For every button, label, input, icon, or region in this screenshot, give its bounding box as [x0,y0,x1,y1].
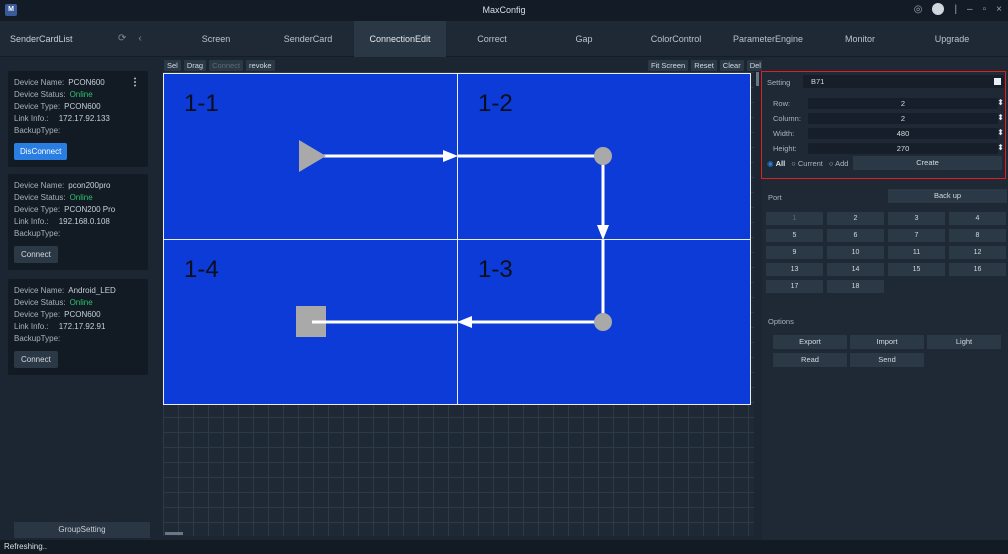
options-label: Options [768,317,794,326]
arrow-right-icon [443,150,458,162]
arrow-down-icon [597,225,609,240]
port-button-9[interactable]: 9 [766,246,823,259]
create-button[interactable]: Create [853,156,1002,170]
port-button-2[interactable]: 2 [827,212,884,225]
read-button[interactable]: Read [773,353,847,367]
dropdown-icon[interactable] [994,78,1001,85]
height-input[interactable]: 270 [808,143,998,154]
spinner-icon[interactable]: ⬍ [997,113,1004,122]
port-button-8[interactable]: 8 [949,229,1006,242]
row-input[interactable]: 2 [808,98,998,109]
radio-all[interactable]: ◉ All [767,159,785,168]
vertical-scrollbar[interactable] [756,72,759,86]
radio-current[interactable]: ○ Current [791,159,823,168]
column-field: Column: 2 ⬍ [773,113,1004,124]
arrow-left-icon [457,316,472,328]
width-input[interactable]: 480 [808,128,998,139]
spinner-icon[interactable]: ⬍ [997,128,1004,137]
row-field: Row: 2 ⬍ [773,98,1004,109]
light-button[interactable]: Light [927,335,1001,349]
start-triangle-icon[interactable] [299,140,326,172]
port-button-10[interactable]: 10 [827,246,884,259]
port-button-14[interactable]: 14 [827,263,884,276]
port-button-16[interactable]: 16 [949,263,1006,276]
width-field: Width: 480 ⬍ [773,128,1004,139]
column-input[interactable]: 2 [808,113,998,124]
port-button-12[interactable]: 12 [949,246,1006,259]
port-button-13[interactable]: 13 [766,263,823,276]
status-bar: Refreshing.. [0,540,1008,554]
port-button-15[interactable]: 15 [888,263,945,276]
port-button-3[interactable]: 3 [888,212,945,225]
port-button-11[interactable]: 11 [888,246,945,259]
node-circle-icon[interactable] [594,313,612,331]
setting-value[interactable]: B71 [803,75,1004,88]
port-button-6[interactable]: 6 [827,229,884,242]
mode-radios: ◉ All ○ Current ○ Add [767,159,848,168]
port-button-17[interactable]: 17 [766,280,823,293]
setting-label: Setting [767,78,791,87]
node-circle-icon[interactable] [594,147,612,165]
export-button[interactable]: Export [773,335,847,349]
import-button[interactable]: Import [850,335,924,349]
send-button[interactable]: Send [850,353,924,367]
port-button-4[interactable]: 4 [949,212,1006,225]
height-field: Height: 270 ⬍ [773,143,1004,154]
port-label: Port [768,193,782,202]
backup-button[interactable]: Back up [888,189,1007,203]
port-button-1[interactable]: 1 [766,212,823,225]
setting-select[interactable]: Setting B71 [765,75,1004,88]
port-button-18[interactable]: 18 [827,280,884,293]
radio-add[interactable]: ○ Add [829,159,849,168]
spinner-icon[interactable]: ⬍ [997,143,1004,152]
horizontal-scrollbar[interactable] [165,532,183,535]
port-button-7[interactable]: 7 [888,229,945,242]
spinner-icon[interactable]: ⬍ [997,98,1004,107]
port-button-5[interactable]: 5 [766,229,823,242]
